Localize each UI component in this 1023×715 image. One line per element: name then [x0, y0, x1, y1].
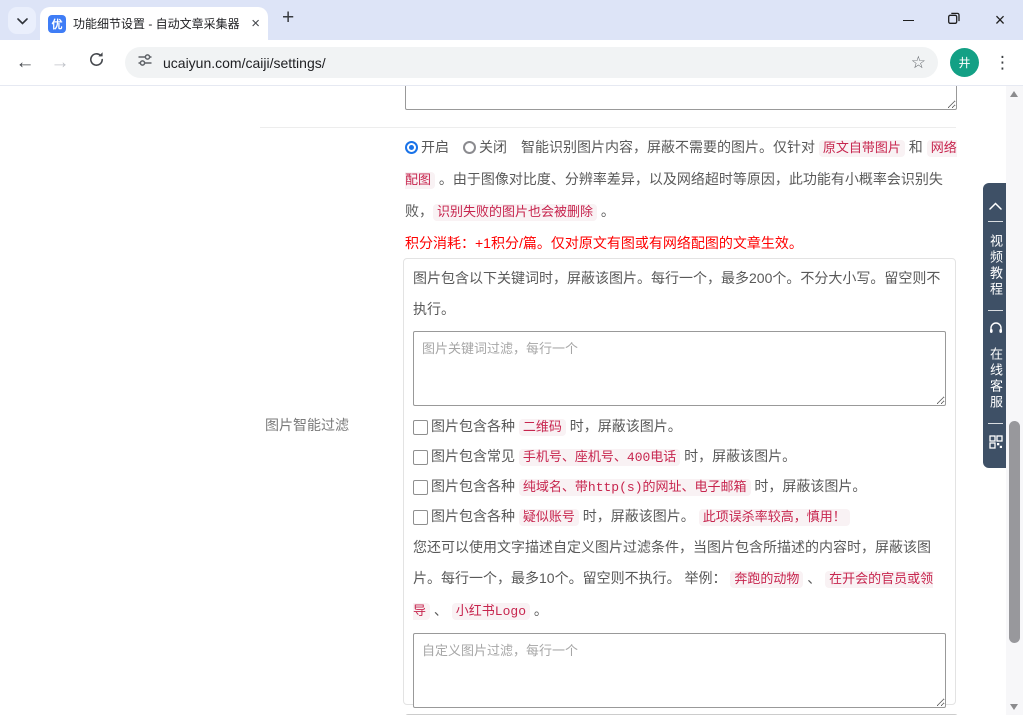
- section-divider: [260, 127, 956, 128]
- radio-off-label[interactable]: 关闭: [479, 139, 507, 155]
- profile-avatar[interactable]: 井: [950, 48, 979, 77]
- previous-setting-textarea[interactable]: [405, 86, 957, 110]
- url-text[interactable]: ucaiyun.com/caiji/settings/: [163, 55, 911, 71]
- scrollbar-down-arrow-icon[interactable]: [1010, 704, 1018, 710]
- browser-menu-icon[interactable]: ⋮: [994, 40, 1011, 85]
- headset-icon[interactable]: [989, 322, 1003, 335]
- checkbox-label: 图片包含各种 疑似账号 时，屏蔽该图片。 此项误杀率较高，慎用！: [431, 501, 850, 533]
- checkbox-label: 图片包含各种 二维码 时，屏蔽该图片。: [431, 411, 682, 443]
- tab-strip: 优 功能细节设置 - 自动文章采集器 × + ×: [0, 0, 1023, 40]
- panel-divider: [988, 221, 1003, 222]
- video-tutorial-button[interactable]: 视频教程: [986, 234, 1005, 298]
- scrollbar-thumb[interactable]: [1009, 421, 1020, 643]
- credit-cost-note: 积分消耗：+1积分/篇。仅对原文有图或有网络配图的文章生效。: [405, 228, 957, 259]
- checkbox[interactable]: [413, 480, 428, 495]
- minimize-icon: [903, 20, 914, 21]
- browser-tab[interactable]: 优 功能细节设置 - 自动文章采集器 ×: [40, 7, 268, 40]
- panel-divider: [988, 310, 1003, 311]
- close-button[interactable]: ×: [977, 0, 1023, 40]
- address-bar[interactable]: ucaiyun.com/caiji/settings/ ☆: [125, 47, 938, 78]
- bookmark-star-icon[interactable]: ☆: [911, 53, 926, 73]
- back-to-top-button[interactable]: [989, 202, 1002, 210]
- section-label: 图片智能过滤: [265, 415, 349, 435]
- checkbox-label: 图片包含各种 纯域名、带http(s)的网址、电子邮箱 时，屏蔽该图片。: [431, 471, 866, 503]
- close-icon: ×: [995, 11, 1006, 29]
- custom-filter-textarea[interactable]: [413, 633, 946, 708]
- reload-icon: [88, 51, 105, 74]
- radio-off[interactable]: [463, 141, 476, 154]
- page-content: 开启关闭智能识别图片内容，屏蔽不需要的图片。仅针对 原文自带图片 和 网络配图 …: [0, 86, 1023, 715]
- tab-close-icon[interactable]: ×: [251, 16, 260, 31]
- reload-button[interactable]: [81, 40, 111, 85]
- window-controls: ×: [885, 0, 1023, 40]
- chevron-down-icon: [17, 12, 28, 30]
- tab-title: 功能细节设置 - 自动文章采集器: [73, 15, 244, 32]
- site-settings-icon[interactable]: [137, 52, 153, 73]
- back-button[interactable]: ←: [10, 40, 40, 85]
- image-filter-intro: 开启关闭智能识别图片内容，屏蔽不需要的图片。仅针对 原文自带图片 和 网络配图 …: [405, 132, 957, 259]
- page-scrollbar[interactable]: [1006, 86, 1023, 715]
- browser-toolbar: ← → ucaiyun.com/caiji/settings/ ☆ 井 ⋮: [0, 40, 1023, 86]
- panel-divider: [988, 423, 1003, 424]
- keyword-helper-text: 图片包含以下关键词时，屏蔽该图片。每行一个，最多200个。不分大小写。留空则不执…: [413, 263, 946, 325]
- image-filter-checkbox-row[interactable]: 图片包含常见 手机号、座机号、400电话 时，屏蔽该图片。: [413, 442, 946, 472]
- image-filter-panel: 图片包含以下关键词时，屏蔽该图片。每行一个，最多200个。不分大小写。留空则不执…: [403, 258, 956, 705]
- qr-code-icon[interactable]: [989, 435, 1003, 449]
- tab-search-button[interactable]: [8, 7, 36, 34]
- radio-on-label[interactable]: 开启: [421, 139, 449, 155]
- image-filter-checkbox-row[interactable]: 图片包含各种 疑似账号 时，屏蔽该图片。 此项误杀率较高，慎用！: [413, 502, 946, 532]
- checkbox[interactable]: [413, 450, 428, 465]
- minimize-button[interactable]: [885, 0, 931, 40]
- radio-on[interactable]: [405, 141, 418, 154]
- restore-icon: [948, 11, 960, 29]
- image-filter-checkbox-row[interactable]: 图片包含各种 二维码 时，屏蔽该图片。: [413, 412, 946, 442]
- floating-help-panel: 视频教程 在线客服: [983, 183, 1008, 468]
- scrollbar-up-arrow-icon[interactable]: [1010, 91, 1018, 97]
- online-service-button[interactable]: 在线客服: [986, 347, 1005, 411]
- new-tab-button[interactable]: +: [282, 6, 294, 30]
- checkbox-rows: 图片包含各种 二维码 时，屏蔽该图片。 图片包含常见 手机号、座机号、400电话…: [413, 412, 946, 532]
- custom-filter-description: 您还可以使用文字描述自定义图片过滤条件，当图片包含所描述的内容时，屏蔽该图片。每…: [413, 532, 946, 627]
- checkbox[interactable]: [413, 420, 428, 435]
- forward-button[interactable]: →: [45, 40, 75, 85]
- site-favicon-icon: 优: [48, 15, 66, 33]
- image-filter-checkbox-row[interactable]: 图片包含各种 纯域名、带http(s)的网址、电子邮箱 时，屏蔽该图片。: [413, 472, 946, 502]
- browser-window: 优 功能细节设置 - 自动文章采集器 × + × ← →: [0, 0, 1023, 715]
- restore-button[interactable]: [931, 0, 977, 40]
- checkbox-label: 图片包含常见 手机号、座机号、400电话 时，屏蔽该图片。: [431, 441, 796, 473]
- keyword-filter-textarea[interactable]: [413, 331, 946, 406]
- checkbox[interactable]: [413, 510, 428, 525]
